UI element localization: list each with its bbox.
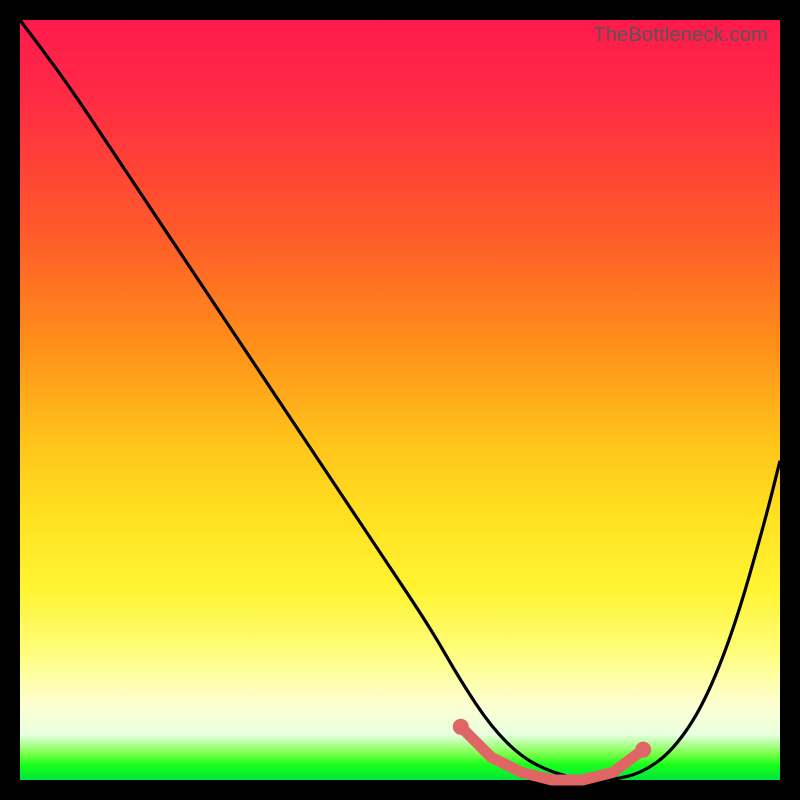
plot-area: TheBottleneck.com	[20, 20, 780, 780]
highlight-end-dot	[453, 719, 469, 735]
highlight-end-dot	[635, 742, 651, 758]
curve-layer	[20, 20, 780, 780]
chart-frame: TheBottleneck.com	[0, 0, 800, 800]
bottleneck-curve	[20, 20, 780, 780]
